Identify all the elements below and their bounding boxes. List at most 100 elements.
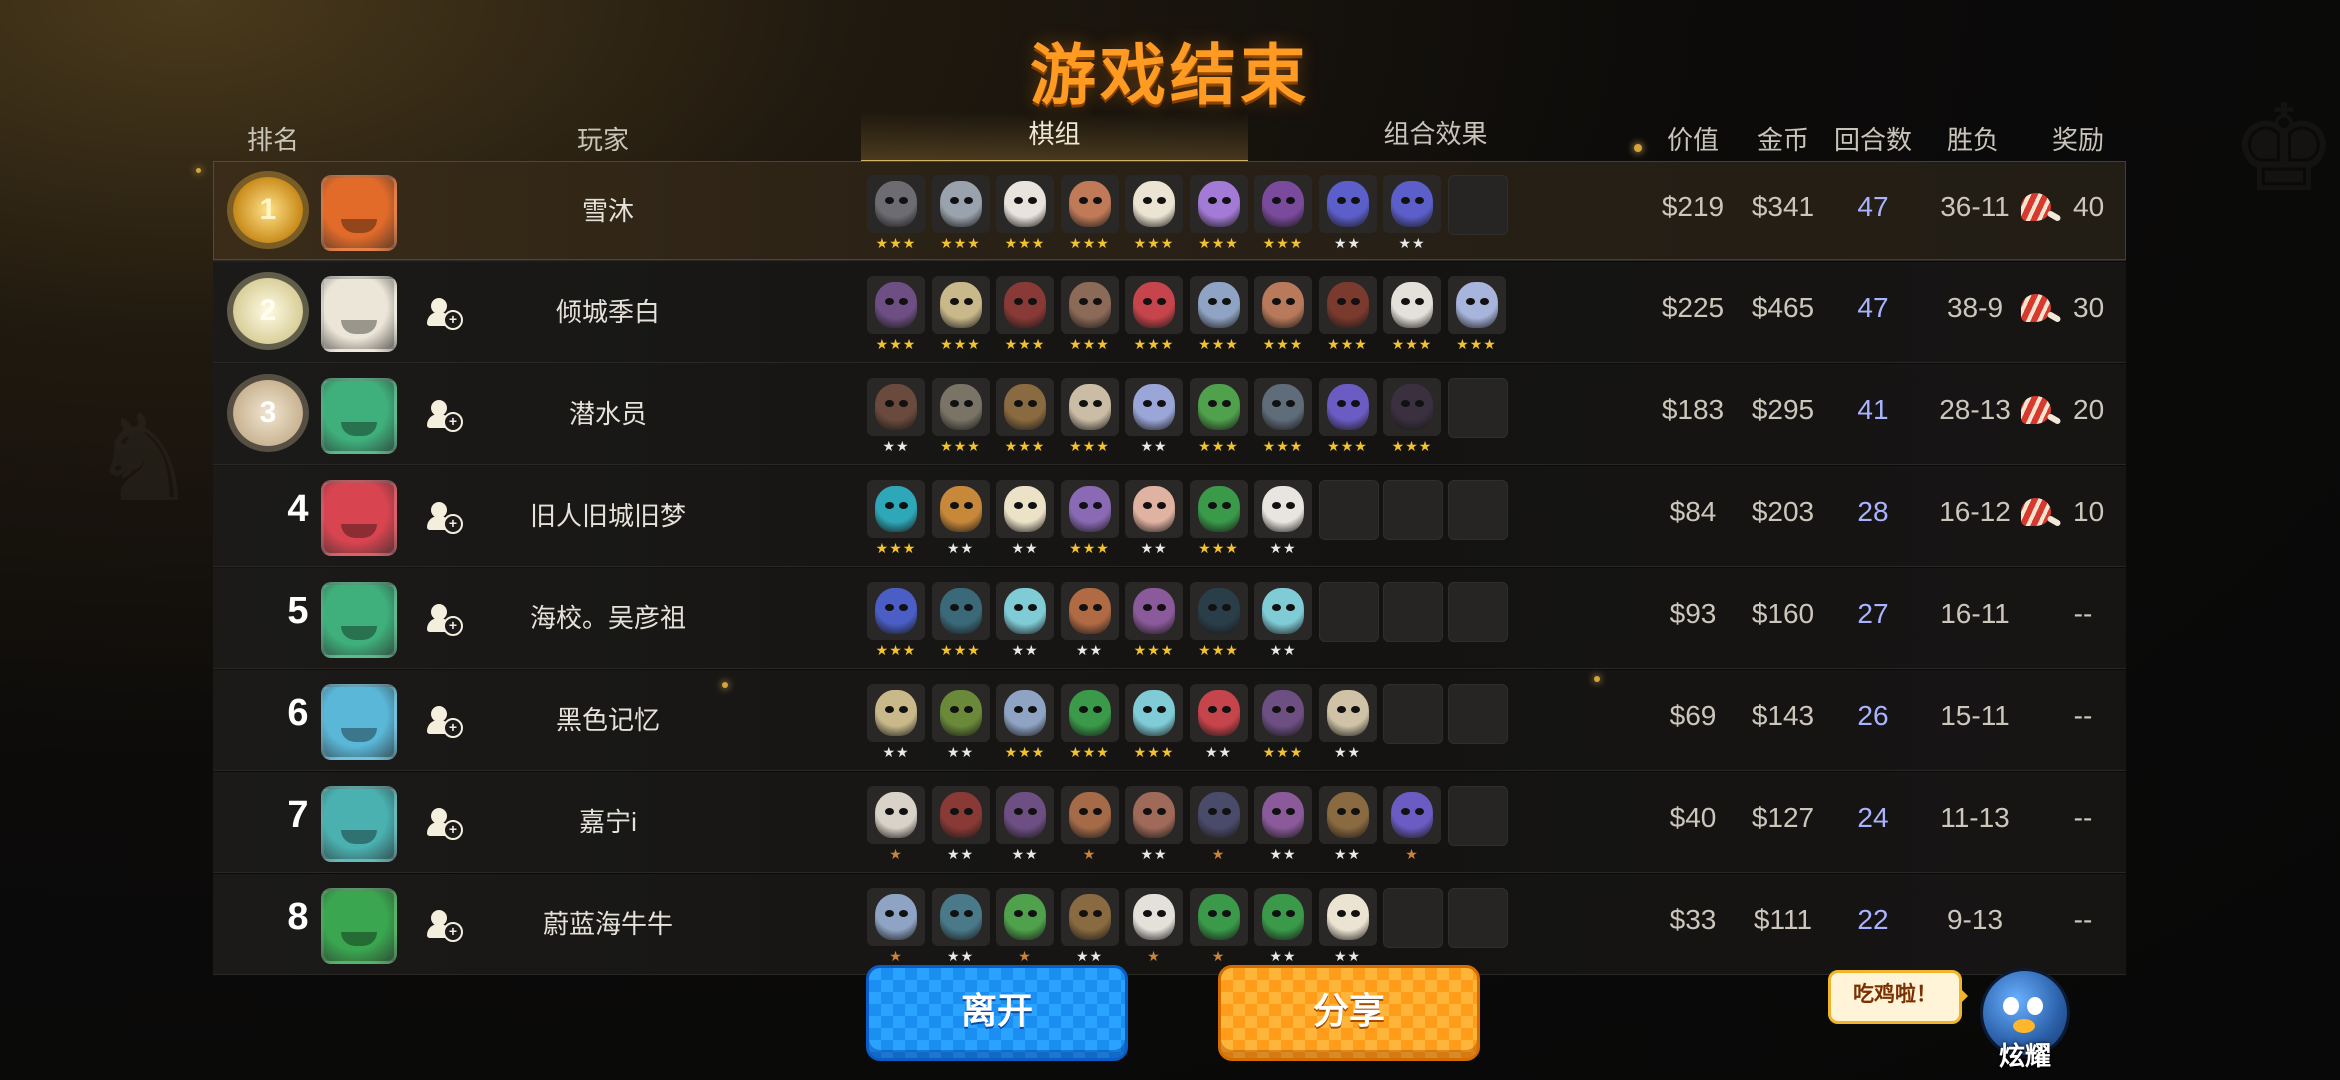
player-avatar[interactable] (321, 378, 397, 454)
add-friend-icon[interactable]: + (427, 604, 463, 636)
unit-portrait[interactable] (1254, 378, 1312, 436)
unit-portrait[interactable] (931, 175, 990, 233)
player-avatar[interactable] (321, 684, 397, 760)
unit-portrait[interactable] (1189, 276, 1248, 334)
unit-portrait[interactable] (1060, 888, 1119, 946)
unit-portrait[interactable] (867, 276, 925, 334)
unit-portrait[interactable] (1125, 276, 1183, 334)
unit-portrait[interactable] (1318, 888, 1377, 946)
unit-portrait[interactable] (1254, 684, 1312, 742)
unit-portrait[interactable] (1060, 582, 1119, 640)
unit-portrait[interactable] (1318, 786, 1377, 844)
unit-portrait[interactable] (1254, 480, 1312, 538)
unit-portrait[interactable] (867, 582, 925, 640)
rank-badge-icon: 2 (233, 278, 303, 344)
chess-piece-decoration-left: ♞ (90, 390, 198, 529)
unit-portrait[interactable] (931, 378, 990, 436)
empty-unit-slot (1318, 480, 1379, 540)
unit-portrait[interactable] (1189, 378, 1248, 436)
share-button[interactable]: 分享 (1218, 965, 1480, 1061)
add-friend-icon[interactable]: + (427, 298, 463, 330)
unit-portrait[interactable] (931, 888, 990, 946)
unit-portrait[interactable] (1318, 378, 1377, 436)
unit-portrait[interactable] (1383, 786, 1441, 844)
unit-portrait[interactable] (1125, 888, 1183, 946)
unit-portrait[interactable] (1189, 582, 1248, 640)
unit-portrait[interactable] (1447, 276, 1506, 334)
unit-portrait[interactable] (931, 582, 990, 640)
unit-portrait[interactable] (1189, 888, 1248, 946)
unit-portrait[interactable] (996, 175, 1054, 233)
add-friend-icon[interactable]: + (427, 400, 463, 432)
unit-portrait[interactable] (867, 378, 925, 436)
player-name: 倾城季白 (555, 297, 660, 327)
reward-empty: -- (2073, 700, 2093, 731)
gold-amount: $143 (1751, 700, 1815, 731)
tab-lineup[interactable]: 棋组 (861, 112, 1248, 163)
unit-portrait[interactable] (1125, 786, 1183, 844)
player-avatar[interactable] (321, 888, 397, 964)
unit-portrait[interactable] (1318, 175, 1377, 233)
unit-portrait[interactable] (1125, 582, 1183, 640)
unit-portrait[interactable] (1125, 175, 1183, 233)
header-gold: 金币 (1756, 125, 1809, 155)
player-avatar[interactable] (321, 480, 397, 556)
unit-portrait[interactable] (931, 276, 990, 334)
unit-portrait[interactable] (1060, 684, 1119, 742)
unit-portrait[interactable] (867, 888, 925, 946)
unit-portrait[interactable] (1254, 175, 1312, 233)
unit-portrait[interactable] (1189, 175, 1248, 233)
tab-synergy[interactable]: 组合效果 (1248, 112, 1623, 160)
unit-portrait[interactable] (1383, 276, 1441, 334)
add-friend-icon[interactable]: + (427, 808, 463, 840)
unit-portrait[interactable] (1125, 480, 1183, 538)
show-off-label[interactable]: 炫耀 (1990, 1036, 2060, 1073)
add-friend-icon[interactable]: + (427, 910, 463, 942)
unit-portrait[interactable] (996, 276, 1054, 334)
unit-portrait[interactable] (1189, 786, 1248, 844)
unit-portrait[interactable] (1318, 276, 1377, 334)
unit-portrait[interactable] (1125, 378, 1183, 436)
player-avatar[interactable] (321, 582, 397, 658)
leave-button[interactable]: 离开 (866, 965, 1128, 1061)
unit-portrait[interactable] (867, 175, 925, 233)
unit-portrait[interactable] (1383, 175, 1441, 233)
unit-portrait[interactable] (931, 786, 990, 844)
unit-portrait[interactable] (867, 684, 925, 742)
player-avatar[interactable] (321, 276, 397, 352)
unit-portrait[interactable] (1060, 378, 1119, 436)
unit-portrait[interactable] (1060, 786, 1119, 844)
unit-portrait[interactable] (931, 684, 990, 742)
unit-portrait[interactable] (1060, 175, 1119, 233)
unit-portrait[interactable] (1318, 684, 1377, 742)
unit-portrait[interactable] (931, 480, 990, 538)
unit-portrait[interactable] (996, 684, 1054, 742)
unit-portrait[interactable] (1060, 480, 1119, 538)
unit-portrait[interactable] (1125, 684, 1183, 742)
unit-star-rating: ★★ (1140, 540, 1168, 556)
unit-portrait[interactable] (1254, 786, 1312, 844)
unit-portrait[interactable] (1189, 480, 1248, 538)
unit-portrait[interactable] (1254, 888, 1312, 946)
unit-portrait[interactable] (867, 786, 925, 844)
lineup-value: $219 (1661, 191, 1725, 222)
unit-portrait[interactable] (996, 378, 1054, 436)
unit-portrait[interactable] (1189, 684, 1248, 742)
reward-amount: 30 (2073, 292, 2105, 323)
add-friend-icon[interactable]: + (427, 706, 463, 738)
player-avatar[interactable] (321, 175, 397, 251)
unit-portrait[interactable] (1383, 378, 1441, 436)
add-friend-icon[interactable]: + (427, 502, 463, 534)
unit-portrait[interactable] (996, 480, 1054, 538)
unit-portrait[interactable] (1254, 582, 1312, 640)
unit-portrait[interactable] (996, 786, 1054, 844)
unit-portrait[interactable] (996, 582, 1054, 640)
unit-star-rating: ★★ (1140, 846, 1168, 862)
unit-portrait[interactable] (1254, 276, 1312, 334)
unit-portrait[interactable] (867, 480, 925, 538)
empty-unit-slot (1383, 684, 1443, 744)
unit-portrait[interactable] (1060, 276, 1119, 334)
player-row: 3 + 潜水员 ★★ ★★★ ★★★ ★★★ ★★ ★★★ ★★★ ★★★ ★★… (213, 364, 2126, 465)
unit-portrait[interactable] (996, 888, 1054, 946)
player-avatar[interactable] (321, 786, 397, 862)
